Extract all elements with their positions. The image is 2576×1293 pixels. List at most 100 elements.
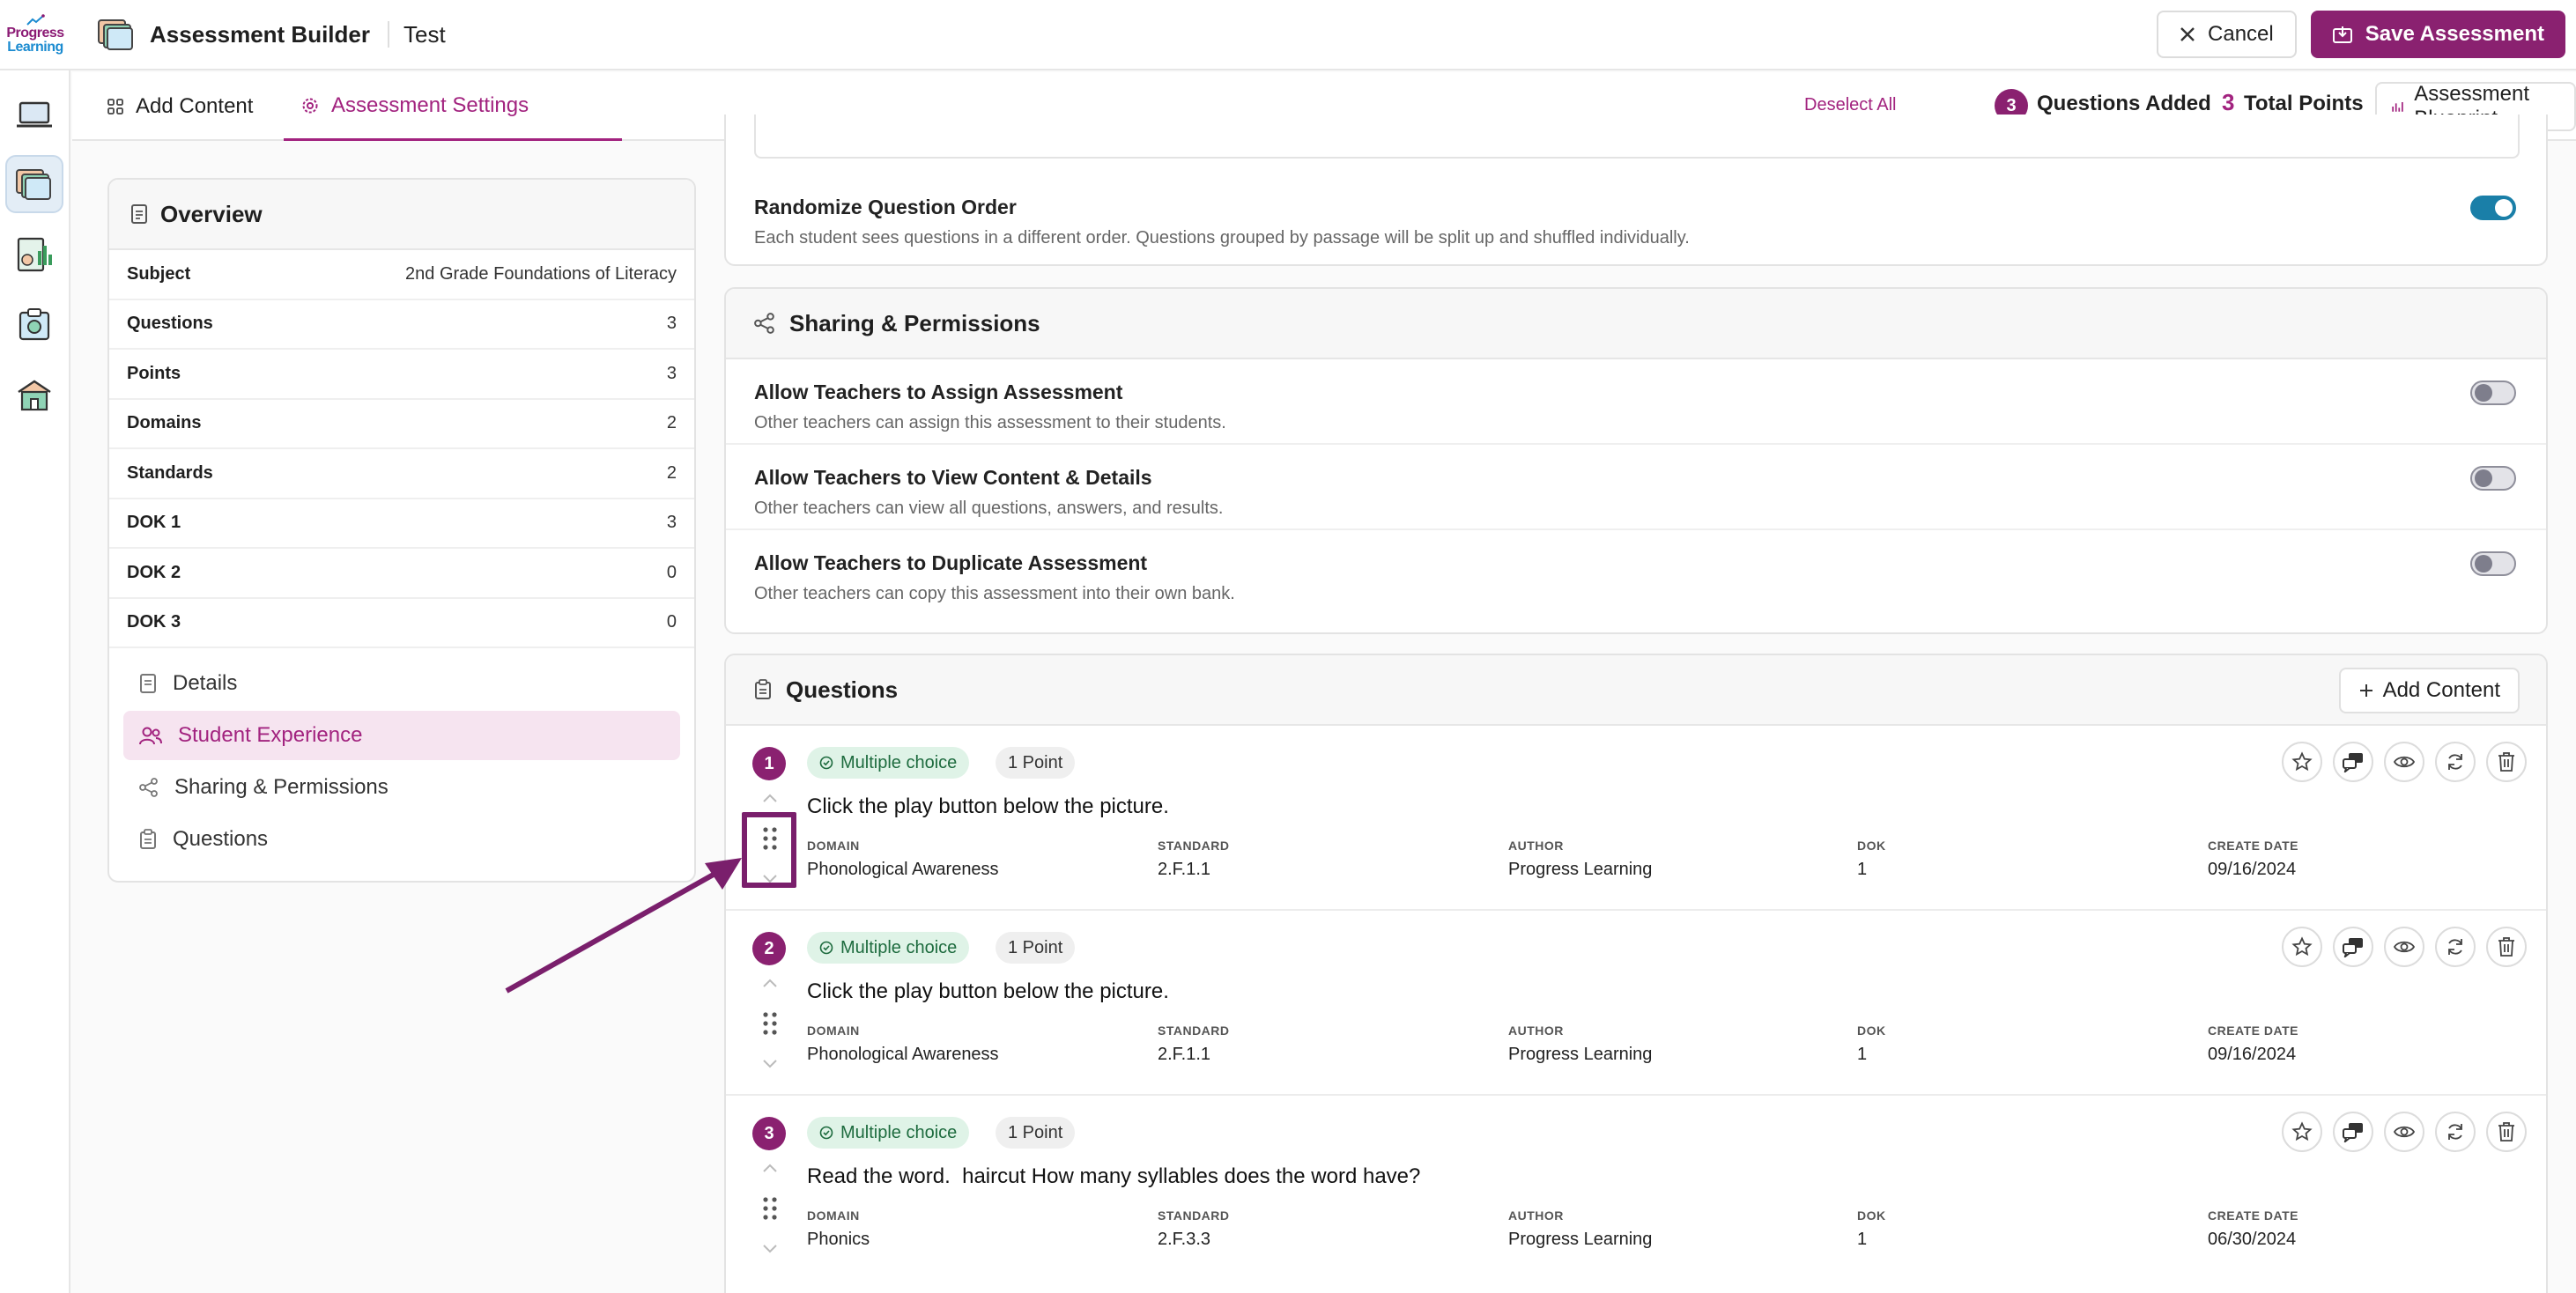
preview-button[interactable] [2384,927,2424,967]
meta-domain: DOMAIN Phonics [807,1208,870,1250]
overview-value: 0 [666,612,677,632]
feedback-button[interactable] [2333,1112,2373,1152]
total-points-count: 3 [2222,89,2235,115]
feedback-button[interactable] [2333,927,2373,967]
setting-allow-view: Allow Teachers to View Content & Details… [726,445,2546,530]
add-content-button[interactable]: Add Content [2338,668,2520,713]
rail-item-reports[interactable] [5,225,63,284]
preview-button[interactable] [2384,742,2424,782]
speech-bubbles-icon [2343,1123,2363,1142]
meta-author: AUTHOR Progress Learning [1508,839,1652,880]
rail-item-assessments[interactable] [5,155,63,213]
favorite-button[interactable] [2282,742,2322,782]
deselect-all-link[interactable]: Deselect All [1804,95,1897,115]
rail-item-school[interactable] [5,366,63,425]
meta-dok: DOK 1 [1857,1208,1886,1250]
check-circle-icon [819,756,833,770]
meta-dok: DOK 1 [1857,839,1886,880]
question-text: Click the play button below the picture. [807,794,1169,818]
section-link-questions[interactable]: Questions [123,815,680,864]
meta-domain: DOMAIN Phonological Awareness [807,1023,999,1065]
toggle-knob [2475,384,2492,402]
drag-handle-icon[interactable] [759,824,781,853]
bar-chart-icon [2392,102,2403,112]
meta-label: DOMAIN [807,1023,860,1038]
rail-item-classes[interactable] [5,86,63,144]
meta-value: 2.F.1.1 [1158,1045,1211,1064]
trash-icon [2498,937,2514,957]
cancel-button[interactable]: Cancel [2157,11,2297,58]
meta-value: 2.F.1.1 [1158,860,1211,879]
question-row: 1 Multiple choice 1 Point Click the play… [726,728,2546,911]
meta-create-date: CREATE DATE 09/16/2024 [2208,839,2298,880]
replace-button[interactable] [2435,1112,2476,1152]
questions-header: Questions Add Content [726,655,2546,726]
allow-view-toggle[interactable] [2470,466,2516,491]
feedback-button[interactable] [2333,742,2373,782]
replace-button[interactable] [2435,927,2476,967]
assessment-builder-icon [98,19,133,50]
toggle-knob [2495,199,2513,217]
favorite-button[interactable] [2282,927,2322,967]
randomize-order-toggle[interactable] [2470,196,2516,220]
star-icon [2291,751,2313,772]
delete-button[interactable] [2486,1112,2527,1152]
section-link-details[interactable]: Details [123,659,680,708]
drag-handle-icon[interactable] [759,1009,781,1038]
move-up-icon[interactable] [761,978,779,988]
overview-row-questions: Questions 3 [109,300,694,350]
delete-button[interactable] [2486,927,2527,967]
overview-key: DOK 2 [127,562,181,582]
move-up-icon[interactable] [761,1163,779,1173]
question-type-label: Multiple choice [840,752,958,772]
overview-value: 2 [666,462,677,483]
overview-key: Domains [127,413,202,433]
rail-item-resources[interactable] [5,296,63,354]
overview-value: 2nd Grade Foundations of Literacy [405,263,677,284]
overview-row-dok2: DOK 2 0 [109,549,694,599]
meta-label: DOMAIN [807,1208,860,1223]
question-type-chip: Multiple choice [807,747,970,779]
logo-text-bottom: Learning [7,40,63,55]
move-down-icon[interactable] [761,1059,779,1069]
allow-duplicate-toggle[interactable] [2470,551,2516,576]
meta-value: Phonics [807,1230,870,1249]
eye-icon [2393,756,2416,768]
star-icon [2291,1121,2313,1142]
drag-handle-icon[interactable] [759,1194,781,1223]
clipboard-icon [755,679,771,699]
tab-add-content[interactable]: Add Content [107,72,253,141]
section-link-sharing-permissions[interactable]: Sharing & Permissions [123,763,680,812]
save-assessment-button[interactable]: Save Assessment [2310,11,2565,58]
question-text: Read the word. haircut How many syllable… [807,1164,1421,1188]
assessment-name: Test [403,20,446,48]
question-actions [2282,742,2527,782]
delete-button[interactable] [2486,742,2527,782]
scrolled-input-remnant [754,115,2520,159]
eye-icon [2393,941,2416,953]
allow-assign-toggle[interactable] [2470,381,2516,405]
move-up-icon[interactable] [761,793,779,803]
preview-button[interactable] [2384,1112,2424,1152]
question-number: 1 [752,747,786,780]
logo-mark-icon [26,14,45,26]
meta-label: CREATE DATE [2208,839,2298,853]
progress-learning-logo[interactable]: Progress Learning [0,0,70,70]
resource-clipboard-icon [19,308,50,341]
section-link-student-experience[interactable]: Student Experience [123,711,680,760]
replace-button[interactable] [2435,742,2476,782]
meta-standard: STANDARD 2.F.1.1 [1158,839,1230,880]
overview-row-dok3: DOK 3 0 [109,599,694,648]
section-link-label: Questions [173,827,269,851]
move-down-icon[interactable] [761,1244,779,1254]
meta-label: STANDARD [1158,1023,1230,1038]
meta-value: 1 [1857,1045,1868,1064]
meta-label: DOMAIN [807,839,860,853]
favorite-button[interactable] [2282,1112,2322,1152]
meta-create-date: CREATE DATE 06/30/2024 [2208,1208,2298,1250]
refresh-icon [2448,754,2462,770]
tab-assessment-settings[interactable]: Assessment Settings [284,72,622,141]
move-down-icon[interactable] [761,874,779,884]
questions-title: Questions [786,676,899,703]
top-bar: Progress Learning Assessment Builder Tes… [0,0,2576,70]
